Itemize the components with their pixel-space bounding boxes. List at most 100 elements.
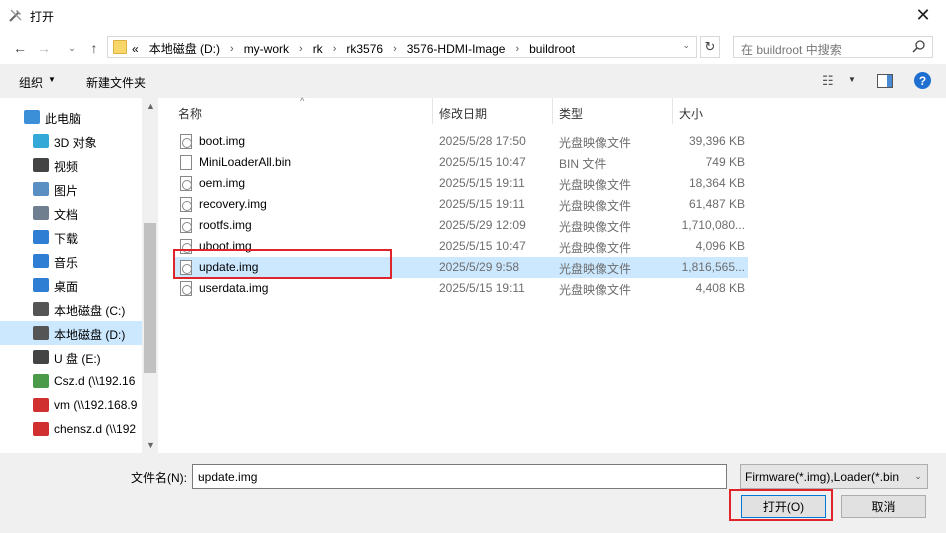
sidebar-item-label: 本地磁盘 (C:) [54,304,126,318]
chevron-down-icon[interactable]: ⌄ [909,465,927,488]
breadcrumb-item[interactable]: rk3576 [346,42,383,56]
back-button[interactable]: ← [10,38,30,58]
sidebar-item[interactable]: 音乐 [0,249,142,273]
breadcrumb: « 本地磁盘 (D:) › my-work › rk › rk3576 › 35… [132,40,575,57]
sidebar-item[interactable]: chensz.d (\\192 [0,417,142,441]
sidebar-item[interactable]: U 盘 (E:) [0,345,142,369]
close-button[interactable]: ✕ [900,0,946,31]
sidebar-item[interactable]: 图片 [0,177,142,201]
recent-locations-button[interactable]: ⌄ [62,38,82,58]
caret-down-icon[interactable]: ▼ [48,75,56,84]
sidebar-item-label: 图片 [54,184,79,198]
file-type: 光盘映像文件 [559,136,632,150]
sidebar-item[interactable]: 此电脑 [0,105,142,129]
usb-drive-icon [33,350,49,364]
navigation-pane: 此电脑 3D 对象视频图片文档下载音乐桌面本地磁盘 (C:) 本地磁盘 (D:) U … [0,98,158,453]
breadcrumb-item[interactable]: my-work [244,42,289,56]
music-icon [33,254,49,268]
scroll-up-icon[interactable]: ▲ [146,101,155,111]
forward-button[interactable]: → [34,38,54,58]
chevron-right-icon[interactable]: › [230,43,234,55]
arrow-up-icon: ↑ [90,40,98,56]
chevron-right-icon[interactable]: › [333,43,337,55]
file-date: 2025/5/15 10:47 [439,239,526,253]
sidebar-item[interactable]: 本地磁盘 (C:) [0,297,142,321]
file-row[interactable]: rootfs.img 2025/5/29 12:09 光盘映像文件 1,710,080… [174,215,748,236]
breadcrumb-item[interactable]: 本地磁盘 (D:) [149,40,220,57]
sidebar-item[interactable]: 文档 [0,201,142,225]
file-size: 749 KB [705,155,745,169]
column-header-name[interactable]: 名称 ^ [160,96,433,124]
sidebar-item[interactable]: Csz.d (\\192.16 [0,369,142,393]
view-options-icon[interactable]: ☷ [822,73,834,89]
column-header-date[interactable]: 修改日期 [433,98,553,124]
chevron-right-icon[interactable]: › [393,43,397,55]
scroll-down-icon[interactable]: ▼ [146,440,155,450]
cancel-button[interactable]: 取消 [841,495,926,518]
download-icon [33,230,49,244]
disc-image-icon [180,176,192,191]
file-name: oem.img [199,176,246,190]
breadcrumb-item[interactable]: buildroot [529,42,575,56]
file-type: 光盘映像文件 [559,241,632,255]
new-folder-button[interactable]: 新建文件夹 [86,74,146,91]
column-date-label: 修改日期 [439,107,488,121]
sidebar-item-label: chensz.d (\\192 [54,422,137,436]
chevron-right-icon[interactable]: › [515,43,519,55]
column-name-label: 名称 [178,107,203,121]
filename-field[interactable]: update.img ⌄ [192,464,727,489]
sidebar-item[interactable]: 桌面 [0,273,142,297]
sidebar-scrollbar[interactable]: ▲ ▼ [142,98,158,453]
file-row[interactable]: userdata.img 2025/5/15 19:11 光盘映像文件 4,408 K… [174,278,748,299]
sidebar-item[interactable]: vm (\\192.168.9 [0,393,142,417]
help-icon[interactable]: ? [914,72,931,89]
chevron-right-icon[interactable]: › [299,43,303,55]
sidebar-item[interactable]: 本地磁盘 (D:) [0,321,142,345]
sidebar-item[interactable]: 视频 [0,153,142,177]
file-size: 1,816,565... [681,260,745,274]
filename-label: 文件名(N): [131,471,187,485]
sidebar-item[interactable]: 3D 对象 [0,129,142,153]
file-name: rootfs.img [199,218,252,232]
scrollbar-thumb[interactable] [144,223,156,373]
sidebar-item-label: 音乐 [54,256,79,270]
chevron-down-icon[interactable]: ⌄ [198,470,721,481]
column-header-size[interactable]: 大小 [673,98,753,124]
address-bar[interactable]: « 本地磁盘 (D:) › my-work › rk › rk3576 › 35… [107,36,697,58]
sidebar-item-label: Csz.d (\\192.16 [54,374,136,388]
refresh-icon: ↻ [704,39,716,54]
preview-pane-icon[interactable] [877,74,893,88]
sidebar-item-label: 下载 [54,232,79,246]
file-type-select[interactable]: Firmware(*.img),Loader(*.bin ⌄ [740,464,928,489]
breadcrumb-item[interactable]: 3576-HDMI-Image [407,42,506,56]
sidebar-item[interactable]: 下载 [0,225,142,249]
file-row[interactable]: boot.img 2025/5/28 17:50 光盘映像文件 39,396 KB [174,131,748,152]
file-type: BIN 文件 [559,157,607,171]
file-icon [180,155,192,170]
file-date: 2025/5/15 10:47 [439,155,526,169]
file-type-value: Firmware(*.img),Loader(*.bin [745,470,900,484]
file-date: 2025/5/15 19:11 [439,197,525,211]
documents-icon [33,206,49,220]
file-row[interactable]: recovery.img 2025/5/15 19:11 光盘映像文件 61,487 … [174,194,748,215]
tools-icon [9,9,22,22]
search-icon [912,40,925,53]
file-date: 2025/5/29 9:58 [439,260,520,274]
chevron-down-icon[interactable]: ⌄ [682,40,690,51]
disc-image-icon [180,197,192,212]
column-header-type[interactable]: 类型 [553,98,673,124]
search-input[interactable]: 在 buildroot 中搜索 [733,36,933,58]
file-row[interactable]: oem.img 2025/5/15 19:11 光盘映像文件 18,364 KB [174,173,748,194]
disc-image-icon [180,281,192,296]
caret-down-icon[interactable]: ▼ [848,75,856,84]
file-row[interactable]: MiniLoaderAll.bin 2025/5/15 10:47 BIN 文件 74… [174,152,748,173]
file-date: 2025/5/28 17:50 [439,134,526,148]
organize-button[interactable]: 组织 [19,74,43,91]
up-button[interactable]: ↑ [84,38,104,58]
breadcrumb-item[interactable]: rk [313,42,323,56]
file-size: 4,096 KB [695,239,745,253]
breadcrumb-overflow[interactable]: « [132,42,139,56]
refresh-button[interactable]: ↻ [700,36,720,58]
sidebar-item-label: 视频 [54,160,79,174]
sidebar-item-label: 3D 对象 [54,136,97,150]
